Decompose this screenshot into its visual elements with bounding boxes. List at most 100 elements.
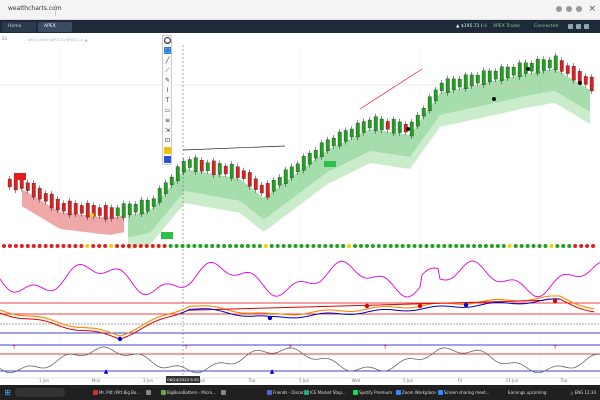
bull-candle	[343, 130, 348, 142]
stochastic-arrow: ▲	[270, 368, 275, 375]
browser-bar: wealthcharts.com ×	[0, 0, 600, 20]
windows-start-icon[interactable]: ⊞	[3, 388, 12, 397]
select-icon[interactable]: ⬚	[164, 47, 171, 54]
rectangle-icon[interactable]: ▭	[164, 107, 171, 114]
line-tool-icon[interactable]: ╱	[164, 57, 171, 64]
signal-dot-row-dot	[561, 244, 566, 248]
task-item-1[interactable]	[145, 387, 152, 398]
signal-dot-row-dot	[466, 244, 471, 248]
signal-dot-row-dot	[567, 244, 572, 248]
brush-icon[interactable]: ⌇	[164, 87, 171, 94]
bull-candle	[367, 119, 372, 129]
signal-dot-row-dot	[341, 244, 346, 248]
task-item-3[interactable]	[220, 387, 227, 398]
windows-taskbar: ⊞ Mr. Pitt (Pitt Big Bo... BigBossBatter…	[0, 385, 600, 400]
stochastic-arrow: ↑	[552, 344, 557, 351]
ray-tool-icon[interactable]: ⟋	[164, 67, 171, 74]
macd-cross-dot	[364, 303, 370, 309]
bear-candle	[241, 170, 246, 179]
signal-dot	[90, 213, 94, 217]
bull-candle	[169, 176, 174, 186]
fib-icon[interactable]: ≡	[164, 117, 171, 124]
bull-candle	[499, 66, 504, 81]
system-tray[interactable]: △ ENG 12:34	[570, 387, 596, 398]
signal-dot-row-dot	[150, 244, 155, 248]
signal-dot-row-dot	[591, 244, 596, 248]
close-icon[interactable]: ×	[588, 4, 596, 14]
bull-candle	[151, 198, 156, 207]
bull-candle	[157, 188, 162, 203]
signal-dot-row-dot	[144, 244, 149, 248]
user-icon[interactable]	[584, 24, 589, 29]
bull-candle	[505, 66, 510, 79]
layout-icon[interactable]	[576, 24, 581, 29]
menu-icon[interactable]	[576, 6, 582, 12]
bull-candle	[391, 119, 396, 134]
measure-icon[interactable]: ⇲	[164, 127, 171, 134]
signal-dot-row-dot	[489, 244, 494, 248]
task-item-6[interactable]: Spotify Premium	[352, 387, 392, 398]
browser-toolbar-icons	[556, 6, 582, 12]
signal-dot-row-dot	[245, 244, 250, 248]
signal-dot-row-dot	[67, 244, 72, 248]
macd-cross-dot	[417, 303, 423, 309]
bull-candle	[475, 74, 480, 84]
signal-dot-row-dot	[400, 244, 405, 248]
signal-dot-row-dot	[85, 244, 90, 248]
bull-candle	[331, 137, 336, 147]
bear-candle	[235, 166, 240, 178]
tab-apex-breakout[interactable]: APEX BREAKOUT	[38, 22, 72, 39]
signal-dot-row-dot	[222, 244, 227, 248]
extensions-icon[interactable]	[556, 6, 562, 12]
task-item-0[interactable]: Mr. Pitt (Pitt Big Bo...	[92, 387, 140, 398]
signal-dot-row-dot	[519, 244, 524, 248]
bear-candle	[37, 188, 42, 200]
signal-dot-row-dot	[269, 244, 274, 248]
task-item-7[interactable]: Zoom Workplace	[395, 387, 436, 398]
task-item-2[interactable]: BigBossBatters - Micro...	[160, 387, 216, 398]
task-item-8[interactable]: Screen sharing meet...	[437, 387, 489, 398]
signal-dot-row	[2, 244, 596, 248]
lock-icon[interactable]: ⊡	[164, 137, 171, 144]
pencil-icon[interactable]: ✎	[164, 77, 171, 84]
settings-icon[interactable]	[568, 24, 573, 29]
profile-icon[interactable]	[566, 6, 572, 12]
bear-candle	[589, 76, 594, 92]
text-tool-icon[interactable]: T	[164, 97, 171, 104]
signal-dot-row-dot	[61, 244, 66, 248]
taskbar-search[interactable]	[15, 388, 65, 397]
app-top-bar: Home Page APEX BREAKOUT ▲ $195.71 (–) AP…	[0, 20, 600, 39]
signal-dot-row-dot	[275, 244, 280, 248]
bull-candle	[277, 177, 282, 186]
signal-dot-row-dot	[103, 244, 108, 248]
account-status[interactable]: APEX Trader Funding	[493, 22, 533, 39]
signal-dot-row-dot	[293, 244, 298, 248]
signal-dot-row-dot	[495, 244, 500, 248]
x-axis-label: 3 Jun	[143, 378, 154, 383]
bear-candle	[73, 203, 78, 215]
url-separator	[55, 4, 56, 16]
signal-dot-row-dot	[7, 244, 12, 248]
price-chart[interactable]: ↑▲↑▲↑ ↑ ↑ 1 Jun Mon 3 Jun 5 Jun Tue 5 Jun Wed 5 J…	[0, 33, 600, 385]
bull-candle	[397, 121, 402, 133]
earnings-widget[interactable]: Earnings upcoming	[508, 387, 546, 398]
bear-candle	[565, 65, 570, 74]
bear-candle	[571, 66, 576, 81]
signal-dot-row-dot	[168, 244, 173, 248]
signal-dot-row-dot	[531, 244, 536, 248]
task-item-4[interactable]: Friends - Discord	[266, 387, 306, 398]
cursor-icon[interactable]: ●	[164, 37, 171, 44]
bear-candle	[259, 184, 264, 194]
bull-candle	[535, 58, 540, 74]
signal-dot-row-dot	[442, 244, 447, 248]
tab-home[interactable]: Home Page	[2, 22, 36, 39]
color-blue-swatch[interactable]	[164, 156, 171, 163]
bull-candle	[511, 67, 516, 76]
signal-dot-row-dot	[281, 244, 286, 248]
signal-dot-row-dot	[454, 244, 459, 248]
task-item-5[interactable]: ICE Market Stop...	[303, 387, 346, 398]
color-yellow-swatch[interactable]	[164, 147, 171, 154]
browser-url[interactable]: wealthcharts.com	[8, 5, 62, 12]
signal-dot-row-dot	[138, 244, 143, 248]
signal-dot-row-dot	[478, 244, 482, 248]
